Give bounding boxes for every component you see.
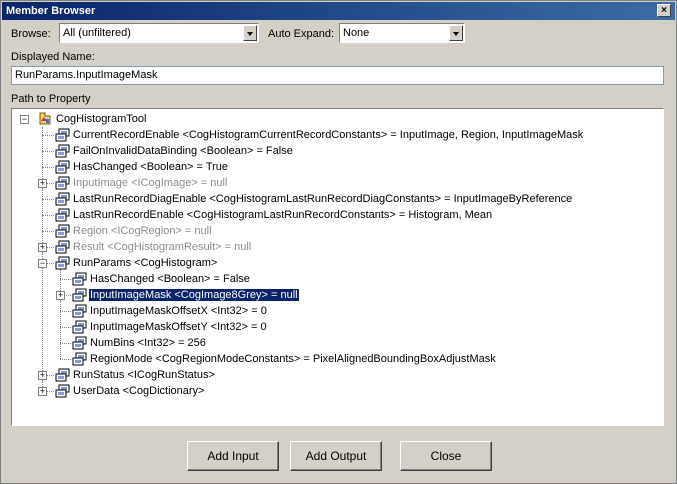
expand-icon[interactable]: + bbox=[38, 371, 47, 380]
property-icon bbox=[55, 208, 70, 222]
auto-expand-label: Auto Expand: bbox=[268, 28, 335, 40]
tree-node-label: InputImageMask <CogImage8Grey> = null bbox=[88, 288, 300, 302]
tree-guide-line bbox=[42, 215, 54, 216]
tree-node-label: HasChanged <Boolean> = False bbox=[90, 273, 250, 285]
path-to-property-label: Path to Property bbox=[11, 93, 91, 105]
add-input-button[interactable]: Add Input bbox=[187, 441, 279, 471]
tree-guide-line bbox=[60, 269, 61, 359]
chevron-down-icon[interactable] bbox=[243, 25, 257, 41]
member-browser-window: Member Browser × Browse: All (unfiltered… bbox=[0, 0, 677, 484]
tree-node-label: InputImageMaskOffsetX <Int32> = 0 bbox=[90, 305, 267, 317]
title-bar[interactable]: Member Browser × bbox=[2, 2, 675, 20]
property-icon bbox=[55, 192, 70, 206]
property-icon bbox=[72, 352, 87, 366]
tree-node-label: FailOnInvalidDataBinding <Boolean> = Fal… bbox=[73, 145, 293, 157]
browse-value: All (unfiltered) bbox=[63, 27, 131, 39]
tree-node-label: LastRunRecordEnable <CogHistogramLastRun… bbox=[73, 209, 493, 221]
tree-node-label: RunParams <CogHistogram> bbox=[73, 257, 218, 269]
add-output-button[interactable]: Add Output bbox=[290, 441, 382, 471]
auto-expand-select[interactable]: None bbox=[339, 23, 465, 43]
property-icon bbox=[55, 144, 70, 158]
property-icon bbox=[55, 160, 70, 174]
expand-icon[interactable]: + bbox=[56, 291, 65, 300]
tree-guide-line bbox=[42, 167, 54, 168]
tree-root-label: CogHistogramTool bbox=[56, 113, 147, 125]
property-icon bbox=[55, 224, 70, 238]
expand-icon[interactable]: + bbox=[38, 387, 47, 396]
close-icon: × bbox=[661, 5, 667, 16]
tree-node-label: CurrentRecordEnable <CogHistogramCurrent… bbox=[73, 129, 584, 141]
collapse-icon[interactable]: − bbox=[20, 115, 29, 124]
tree-node-label: InputImage <ICogImage> = null bbox=[73, 177, 228, 189]
tree-node-label: RegionMode <CogRegionModeConstants> = Pi… bbox=[90, 353, 496, 365]
property-icon bbox=[72, 336, 87, 350]
close-button[interactable]: Close bbox=[400, 441, 492, 471]
tree-node-label: HasChanged <Boolean> = True bbox=[73, 161, 229, 173]
tree-guide-line bbox=[60, 359, 71, 360]
expand-icon[interactable]: + bbox=[38, 243, 47, 252]
collapse-icon[interactable]: − bbox=[38, 259, 47, 268]
tree-guide-line bbox=[42, 231, 54, 232]
tree-node-label: InputImageMaskOffsetY <Int32> = 0 bbox=[90, 321, 267, 333]
property-tree[interactable]: CogHistogramTool − CurrentRecordEnable <C… bbox=[11, 108, 664, 426]
tree-node-label: Region <ICogRegion> = null bbox=[73, 225, 212, 237]
tree-node-label: UserData <CogDictionary> bbox=[73, 385, 205, 397]
tree-node-label: RunStatus <ICogRunStatus> bbox=[73, 369, 215, 381]
close-window-button[interactable]: × bbox=[657, 4, 671, 17]
property-icon bbox=[72, 288, 87, 302]
tree-guide-line bbox=[60, 343, 71, 344]
displayed-name-field[interactable]: RunParams.InputImageMask bbox=[11, 66, 664, 85]
property-icon bbox=[55, 176, 70, 190]
tree-guide-line bbox=[42, 199, 54, 200]
tree-guide-line bbox=[42, 135, 54, 136]
browse-select[interactable]: All (unfiltered) bbox=[59, 23, 259, 43]
chevron-down-icon[interactable] bbox=[449, 25, 463, 41]
tree-guide-line bbox=[60, 311, 71, 312]
browse-label: Browse: bbox=[11, 28, 51, 40]
displayed-name-label: Displayed Name: bbox=[11, 51, 95, 63]
tree-node-label: Result <CogHistogramResult> = null bbox=[73, 241, 252, 253]
window-title: Member Browser bbox=[6, 5, 96, 17]
property-icon bbox=[55, 128, 70, 142]
tree-node-label: LastRunRecordDiagEnable <CogHistogramLas… bbox=[73, 193, 573, 205]
tree-guide-line bbox=[42, 151, 54, 152]
tree-guide-line bbox=[60, 279, 71, 280]
property-icon bbox=[55, 256, 70, 270]
tree-guide-line bbox=[60, 327, 71, 328]
property-icon bbox=[72, 272, 87, 286]
property-icon bbox=[55, 240, 70, 254]
property-icon bbox=[55, 384, 70, 398]
tree-node-label: NumBins <Int32> = 256 bbox=[90, 337, 206, 349]
auto-expand-value: None bbox=[343, 27, 370, 39]
property-icon bbox=[72, 304, 87, 318]
tool-icon bbox=[38, 112, 53, 126]
property-icon bbox=[55, 368, 70, 382]
property-icon bbox=[72, 320, 87, 334]
expand-icon[interactable]: + bbox=[38, 179, 47, 188]
